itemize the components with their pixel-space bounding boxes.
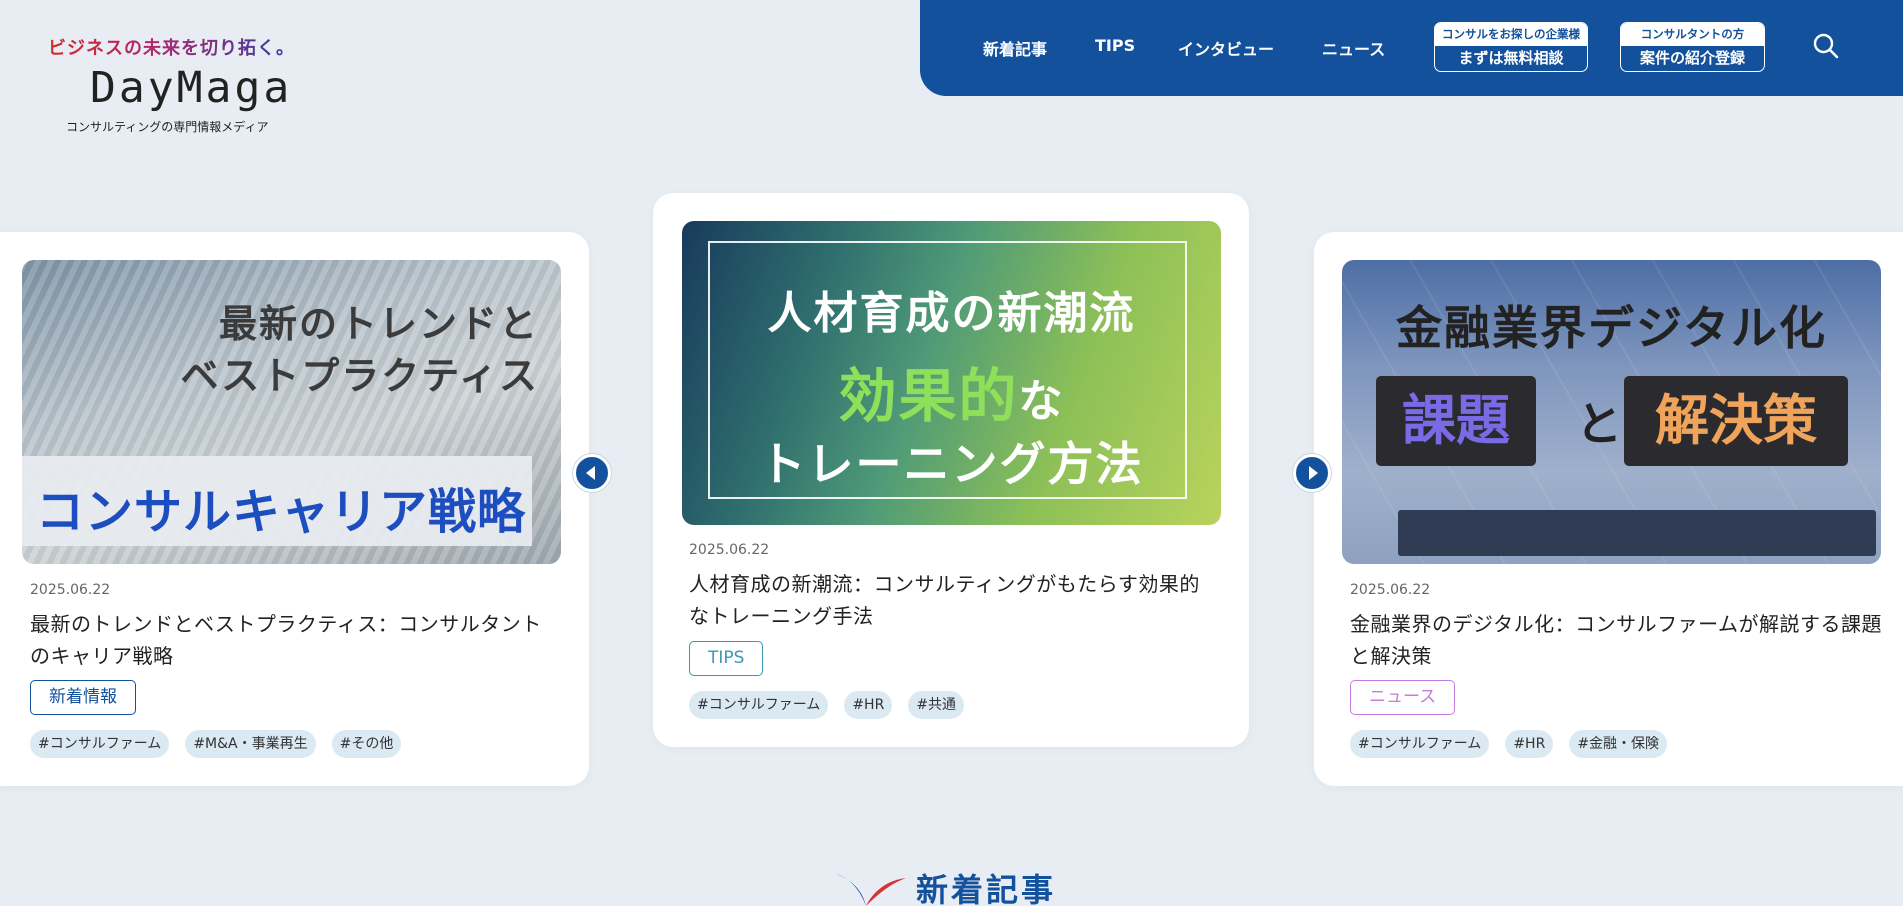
article-title[interactable]: 最新のトレンドとベストプラクティス：コンサルタントのキャリア戦略: [30, 608, 560, 672]
tag-chip[interactable]: #コンサルファーム: [30, 730, 170, 758]
article-date: 2025.06.22: [30, 582, 111, 598]
article-thumbnail[interactable]: 人材育成の新潮流 効果的な トレーニング方法: [682, 221, 1221, 525]
chevron-right-icon: [1309, 466, 1318, 480]
consultant-register-button[interactable]: コンサルタントの方 案件の紹介登録: [1620, 22, 1765, 72]
thumbnail-line: 課題: [1376, 376, 1536, 466]
nav-item-news[interactable]: ニュース: [1322, 36, 1385, 60]
tag-list: #コンサルファーム #HR #共通: [689, 691, 965, 719]
thumbnail-headline: 最新のトレンドと ベストプラクティス: [181, 298, 539, 402]
article-card[interactable]: 人材育成の新潮流 効果的な トレーニング方法 2025.06.22 人材育成の新…: [653, 193, 1249, 747]
article-date: 2025.06.22: [689, 542, 770, 558]
tag-list: #コンサルファーム #HR #金融・保険: [1350, 730, 1668, 758]
slider-prev-button[interactable]: [573, 454, 611, 492]
article-card[interactable]: 金融業界デジタル化 課題 と 解決策 2025.06.22 金融業界のデジタル化…: [1314, 232, 1903, 786]
article-thumbnail[interactable]: 最新のトレンドと ベストプラクティス コンサルキャリア戦略: [22, 260, 561, 564]
article-title[interactable]: 人材育成の新潮流：コンサルティングがもたらす効果的なトレーニング手法: [689, 568, 1219, 632]
thumbnail-line: な: [1018, 376, 1065, 427]
tag-chip[interactable]: #コンサルファーム: [689, 691, 829, 719]
thumbnail-line: 金融業界デジタル化: [1395, 301, 1828, 355]
tag-chip[interactable]: #コンサルファーム: [1350, 730, 1490, 758]
nav-item-tips[interactable]: TIPS: [1095, 36, 1135, 55]
thumbnail-line: コンサルキャリア戦略: [36, 484, 527, 540]
tag-chip[interactable]: #その他: [331, 730, 402, 758]
tag-chip[interactable]: #金融・保険: [1569, 730, 1668, 758]
company-consult-caption: コンサルをお探しの企業様: [1435, 23, 1587, 46]
thumbnail-line: 最新のトレンドと: [218, 302, 539, 346]
thumbnail-line: トレーニング方法: [759, 437, 1144, 491]
logo-tagline: ビジネスの未来を切り拓く。: [48, 34, 308, 60]
logo-subtitle: コンサルティングの専門情報メディア: [66, 120, 269, 134]
category-badge[interactable]: 新着情報: [30, 680, 136, 715]
logo-wordmark: DayMaga: [90, 63, 293, 113]
site-logo[interactable]: ビジネスの未来を切り拓く。 DayMaga コンサルティングの専門情報メディア: [48, 34, 308, 135]
slider-next-button[interactable]: [1293, 454, 1331, 492]
article-thumbnail[interactable]: 金融業界デジタル化 課題 と 解決策: [1342, 260, 1881, 564]
main-nav: 新着記事 TIPS インタビュー ニュース コンサルをお探しの企業様 まずは無料…: [920, 0, 1903, 96]
consultant-register-label: 案件の紹介登録: [1639, 49, 1745, 67]
tag-chip[interactable]: #共通: [908, 691, 965, 719]
article-card[interactable]: 最新のトレンドと ベストプラクティス コンサルキャリア戦略 2025.06.22…: [0, 232, 589, 786]
tag-chip[interactable]: #HR: [1505, 730, 1554, 758]
nav-item-interview[interactable]: インタビュー: [1178, 36, 1274, 60]
search-icon[interactable]: [1812, 32, 1840, 60]
tag-list: #コンサルファーム #M&A・事業再生 #その他: [30, 730, 402, 758]
thumbnail-headline: 効果的な: [694, 349, 1209, 433]
thumbnail-bench: [1398, 510, 1876, 556]
thumbnail-line: 人材育成の新潮流: [767, 288, 1136, 339]
section-swoosh-icon: [836, 874, 906, 906]
thumbnail-line: 効果的: [838, 362, 1019, 430]
company-consult-label: まずは無料相談: [1458, 49, 1564, 67]
section-title: 新着記事: [916, 871, 1057, 906]
article-date: 2025.06.22: [1350, 582, 1431, 598]
thumbnail-line: ベストプラクティス: [180, 354, 539, 398]
article-title[interactable]: 金融業界のデジタル化：コンサルファームが解説する課題と解決策: [1350, 608, 1890, 672]
category-badge[interactable]: TIPS: [689, 641, 764, 676]
tag-chip[interactable]: #M&A・事業再生: [185, 730, 316, 758]
section-heading: 新着記事: [832, 868, 1056, 906]
tag-chip[interactable]: #HR: [844, 691, 893, 719]
thumbnail-line: 解決策: [1624, 376, 1848, 466]
company-consult-button[interactable]: コンサルをお探しの企業様 まずは無料相談: [1434, 22, 1588, 72]
consultant-register-caption: コンサルタントの方: [1621, 23, 1764, 46]
chevron-left-icon: [586, 466, 595, 480]
nav-item-new-articles[interactable]: 新着記事: [983, 36, 1047, 60]
thumbnail-line: と: [1576, 397, 1622, 451]
category-badge[interactable]: ニュース: [1350, 680, 1456, 715]
